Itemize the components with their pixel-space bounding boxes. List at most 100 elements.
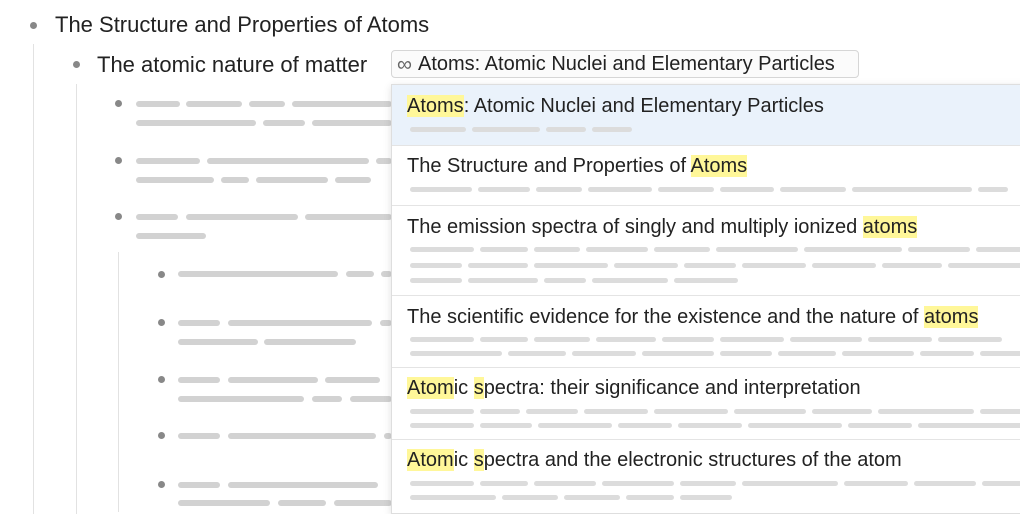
placeholder-text [228, 433, 376, 439]
outline-bullet [115, 100, 122, 107]
suggestion-item[interactable]: Atomic spectra and the electronic struct… [392, 439, 1020, 513]
title-text: The emission spectra of singly and multi… [407, 216, 863, 238]
infinity-link-icon: ∞ [397, 52, 412, 76]
placeholder-text [376, 158, 392, 164]
placeholder-text [312, 120, 392, 126]
suggestion-title: The emission spectra of singly and multi… [407, 214, 918, 240]
preview-placeholder [938, 337, 1002, 342]
suggestion-title: The scientific evidence for the existenc… [407, 304, 979, 330]
outline-bullet [158, 481, 165, 488]
preview-placeholder [410, 263, 462, 268]
match-highlight: atoms [923, 306, 979, 328]
linked-note-chip-label: Atoms: Atomic Nuclei and Elementary Part… [417, 52, 835, 75]
preview-placeholder [480, 423, 532, 428]
preview-placeholder [468, 263, 528, 268]
placeholder-text [178, 482, 220, 488]
preview-placeholder [780, 187, 846, 192]
preview-placeholder [868, 337, 932, 342]
preview-placeholder [878, 409, 974, 414]
suggestion-item[interactable]: Atomic spectra: their significance and i… [392, 367, 1020, 440]
suggestion-item[interactable]: Atoms: Atomic Nuclei and Elementary Part… [392, 85, 1020, 146]
preview-placeholder [914, 481, 976, 486]
placeholder-text [334, 500, 392, 506]
preview-placeholder [654, 409, 728, 414]
title-text: The scientific evidence for the existenc… [407, 306, 924, 328]
title-text: ic [453, 377, 474, 399]
suggestion-item[interactable]: The scientific evidence for the existenc… [392, 295, 1020, 368]
placeholder-text [186, 101, 242, 107]
placeholder-text [312, 396, 342, 402]
placeholder-text [278, 500, 326, 506]
outline-root-text[interactable]: The Structure and Properties of Atoms [55, 10, 429, 40]
suggestion-title: Atomic spectra: their significance and i… [407, 375, 861, 401]
preview-placeholder [882, 263, 942, 268]
preview-placeholder [654, 247, 710, 252]
preview-placeholder [480, 337, 528, 342]
preview-placeholder [546, 127, 586, 132]
indent-guide [33, 44, 34, 514]
preview-placeholder [844, 481, 908, 486]
placeholder-text [178, 377, 220, 383]
suggestion-item[interactable]: The Structure and Properties of Atoms [392, 145, 1020, 206]
preview-placeholder [720, 187, 774, 192]
title-text: : Atomic Nuclei and Elementary Particles [463, 95, 824, 117]
preview-placeholder [502, 495, 558, 500]
placeholder-text [264, 339, 356, 345]
placeholder-text [221, 177, 249, 183]
outline-bullet[interactable] [30, 22, 37, 29]
outline-child-text[interactable]: The atomic nature of matter [97, 50, 367, 80]
preview-placeholder [812, 409, 872, 414]
title-text: pectra and the electronic structures of … [483, 449, 902, 471]
preview-placeholder [410, 337, 474, 342]
match-highlight: Atoms [690, 155, 748, 177]
placeholder-text [263, 120, 305, 126]
preview-placeholder [584, 409, 648, 414]
preview-placeholder [592, 278, 668, 283]
preview-placeholder [602, 481, 674, 486]
placeholder-text [325, 377, 380, 383]
placeholder-text [178, 396, 304, 402]
preview-placeholder [680, 481, 736, 486]
preview-placeholder [588, 187, 652, 192]
placeholder-text [186, 214, 298, 220]
preview-placeholder [720, 351, 772, 356]
outline-bullet [158, 376, 165, 383]
preview-placeholder [778, 351, 836, 356]
placeholder-text [136, 177, 214, 183]
outline-bullet[interactable] [73, 61, 80, 68]
preview-placeholder [720, 337, 784, 342]
outline-bullet [158, 432, 165, 439]
placeholder-text [292, 101, 392, 107]
preview-placeholder [976, 247, 1020, 252]
preview-placeholder [410, 187, 472, 192]
preview-placeholder [536, 187, 582, 192]
preview-placeholder [742, 263, 806, 268]
preview-placeholder [978, 187, 1008, 192]
preview-placeholder [572, 351, 636, 356]
preview-placeholder [804, 247, 902, 252]
preview-placeholder [538, 423, 612, 428]
preview-placeholder [918, 423, 1020, 428]
outline-bullet [158, 319, 165, 326]
linked-note-chip[interactable]: ∞ Atoms: Atomic Nuclei and Elementary Pa… [391, 50, 859, 78]
preview-placeholder [410, 351, 502, 356]
preview-placeholder [480, 481, 528, 486]
preview-placeholder [982, 481, 1020, 486]
suggestion-item[interactable]: The emission spectra of singly and multi… [392, 205, 1020, 296]
preview-placeholder [678, 423, 742, 428]
preview-placeholder [618, 423, 672, 428]
preview-placeholder [680, 495, 732, 500]
preview-placeholder [642, 351, 714, 356]
match-highlight: s [473, 449, 484, 471]
placeholder-text [178, 433, 220, 439]
placeholder-text [136, 158, 200, 164]
preview-placeholder [410, 409, 474, 414]
indent-guide [76, 84, 77, 514]
preview-placeholder [544, 278, 586, 283]
preview-placeholder [742, 481, 838, 486]
preview-placeholder [842, 351, 914, 356]
suggestion-title: The Structure and Properties of Atoms [407, 153, 748, 179]
preview-placeholder [410, 423, 474, 428]
preview-placeholder [480, 409, 520, 414]
preview-placeholder [662, 337, 714, 342]
